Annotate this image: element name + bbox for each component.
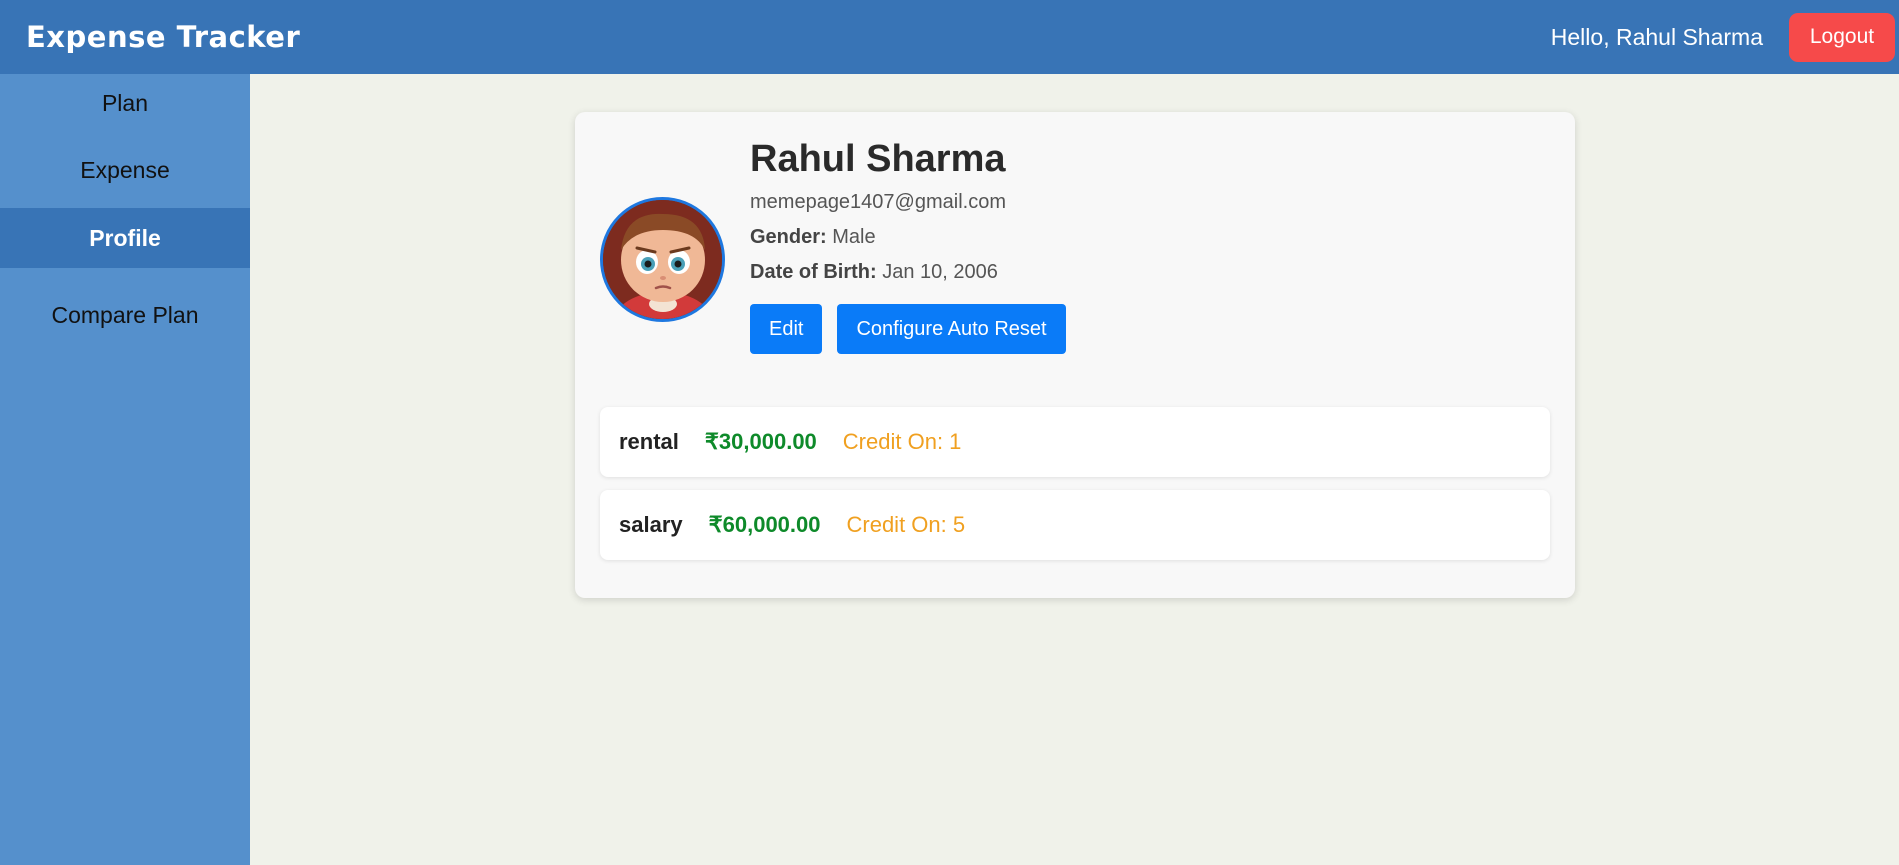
avatar (600, 197, 725, 322)
gender-label: Gender: (750, 226, 827, 248)
edit-button[interactable]: Edit (750, 304, 823, 354)
avatar-cartoon-boy-icon (603, 200, 722, 319)
dob-value: Jan 10, 2006 (882, 261, 998, 283)
profile-dob: Date of Birth: Jan 10, 2006 (750, 261, 1081, 284)
profile-name: Rahul Sharma (750, 138, 1006, 180)
credit-day: Credit On: 1 (842, 429, 962, 454)
configure-auto-reset-button[interactable]: Configure Auto Reset (837, 304, 1066, 354)
logout-button[interactable]: Logout (1789, 12, 1895, 62)
credit-day: Credit On: 5 (846, 512, 966, 537)
profile-card: Rahul Sharma memepage1407@gmail.com Gend… (575, 112, 1575, 598)
sidebar-item-compare-plan[interactable]: Compare Plan (0, 285, 250, 345)
credit-item: salary ₹60,000.00 Credit On: 5 (600, 490, 1550, 560)
credit-amount: ₹30,000.00 (704, 429, 817, 454)
profile-info: Rahul Sharma memepage1407@gmail.com Gend… (750, 138, 1081, 354)
app-brand-title[interactable]: Expense Tracker (26, 20, 300, 54)
top-navbar: Expense Tracker Hello, Rahul Sharma Logo… (0, 0, 1899, 74)
credit-amount: ₹60,000.00 (708, 512, 821, 537)
sidebar-item-expense[interactable]: Expense (0, 132, 250, 208)
profile-email: memepage1407@gmail.com (750, 191, 1006, 213)
sidebar-item-profile[interactable]: Profile (0, 208, 250, 268)
credit-name: rental (619, 429, 679, 454)
profile-gender: Gender: Male (750, 226, 1081, 249)
sidebar: Plan Expense Profile Compare Plan (0, 74, 250, 865)
user-greeting: Hello, Rahul Sharma (1550, 23, 1763, 50)
credit-name: salary (619, 512, 683, 537)
profile-actions: Edit Configure Auto Reset (750, 304, 1081, 354)
user-area: Hello, Rahul Sharma Logout (1550, 12, 1895, 62)
dob-label: Date of Birth: (750, 261, 877, 283)
credit-item: rental ₹30,000.00 Credit On: 1 (600, 407, 1550, 477)
gender-value: Male (832, 226, 876, 248)
sidebar-item-plan[interactable]: Plan (0, 74, 250, 132)
